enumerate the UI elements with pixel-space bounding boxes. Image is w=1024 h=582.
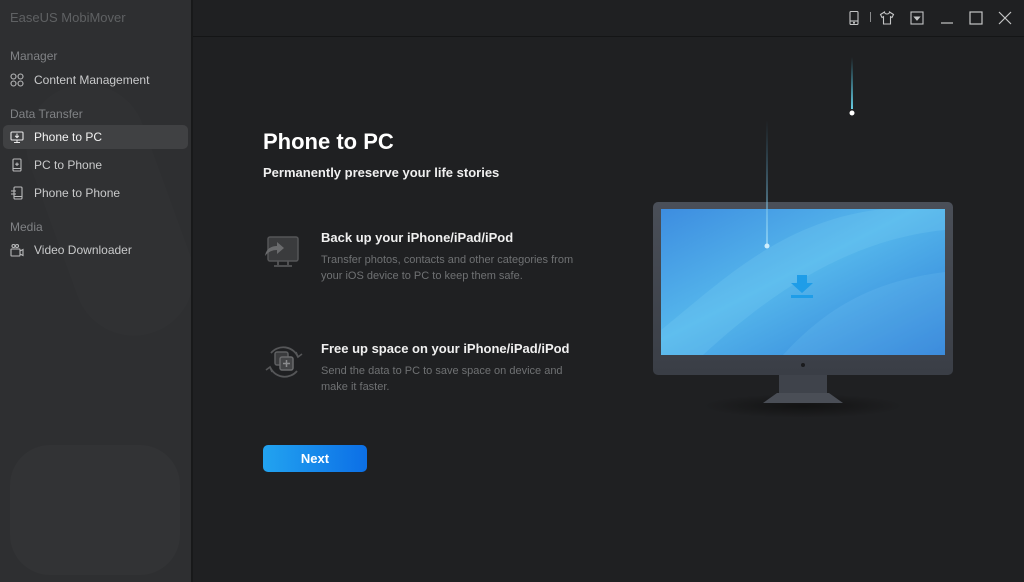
main-panel: Phone to PC Permanently preserve your li… (193, 0, 1024, 582)
titlebar-separator (870, 12, 871, 22)
feature-title: Back up your iPhone/iPad/iPod (321, 230, 514, 245)
section-label-media: Media (10, 220, 43, 234)
section-label-manager: Manager (10, 49, 58, 63)
feature-title: Free up space on your iPhone/iPad/iPod (321, 341, 570, 356)
sidebar-item-label: Phone to Phone (34, 186, 121, 200)
sidebar-item-pc-to-phone[interactable]: PC to Phone (3, 153, 188, 177)
monitor-backup-icon (263, 230, 305, 272)
maximize-icon[interactable] (967, 9, 985, 27)
page-subtitle: Permanently preserve your life stories (263, 165, 500, 180)
video-camera-icon (10, 243, 24, 257)
monitor-download-icon (10, 130, 24, 144)
light-dot (849, 110, 855, 116)
sidebar-item-label: Video Downloader (34, 243, 132, 257)
light-beam (766, 120, 768, 246)
monitor-camera (801, 363, 805, 367)
sidebar-item-video-downloader[interactable]: Video Downloader (3, 238, 188, 262)
minimize-icon[interactable] (938, 9, 956, 27)
sidebar: EaseUS MobiMover Manager Content Managem… (0, 0, 193, 582)
phone-transfer-icon (10, 186, 24, 200)
phone-plus-icon (10, 158, 24, 172)
monitor-stand (763, 393, 843, 403)
page-title: Phone to PC (263, 129, 394, 154)
feature-description: Send the data to PC to save space on dev… (321, 365, 563, 393)
free-space-icon (263, 341, 305, 383)
next-button[interactable]: Next (263, 445, 367, 472)
monitor-neck (779, 375, 827, 393)
sidebar-item-label: Phone to PC (34, 130, 103, 144)
app-window: EaseUS MobiMover Manager Content Managem… (0, 0, 1024, 582)
sidebar-item-label: PC to Phone (34, 158, 103, 172)
skin-shirt-icon[interactable] (878, 9, 896, 27)
grid-icon (10, 73, 24, 87)
sidebar-item-phone-to-pc[interactable]: Phone to PC (3, 125, 188, 149)
menu-dropdown-icon[interactable] (908, 9, 926, 27)
close-icon[interactable] (996, 9, 1014, 27)
sidebar-decoration (10, 445, 180, 575)
sidebar-item-label: Content Management (34, 73, 150, 87)
sidebar-item-phone-to-phone[interactable]: Phone to Phone (3, 181, 188, 205)
device-icon[interactable] (845, 9, 863, 27)
app-title: EaseUS MobiMover (10, 10, 126, 25)
feature-description: Transfer photos, contacts and other cate… (321, 254, 574, 282)
light-beam (851, 57, 853, 109)
section-label-data-transfer: Data Transfer (10, 107, 83, 121)
monitor-illustration (643, 40, 963, 430)
titlebar (193, 0, 1024, 37)
sidebar-item-content-management[interactable]: Content Management (3, 68, 188, 92)
